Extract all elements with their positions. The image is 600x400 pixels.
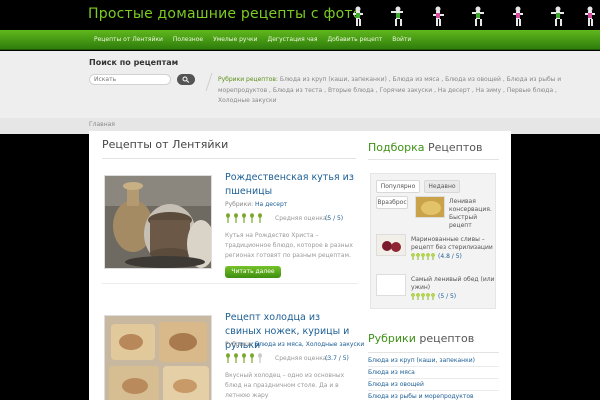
post-category-link[interactable]: Блюда из мяса, Холодные закуски	[255, 341, 364, 348]
nav-item-useful[interactable]: Полезное	[168, 30, 208, 50]
search-input[interactable]	[89, 74, 171, 85]
nav-item-lazy-recipes[interactable]: Рецепты от Лентяйки	[89, 30, 168, 50]
picks-widget-title: Подборка Рецептов	[368, 141, 483, 154]
content-panel: Рецепты от Лентяйки Рождественская кутья…	[89, 131, 511, 400]
rubrics-strip-label: Рубрики рецептов:	[218, 76, 278, 83]
spoon-icon[interactable]	[249, 213, 255, 223]
tab-recent[interactable]: Недавно	[424, 180, 460, 193]
breadcrumb-home[interactable]: Главная	[89, 121, 115, 128]
side-thumb-plums[interactable]	[376, 234, 406, 256]
rubric-link[interactable]: Блюда из рыбы и морепродуктов	[368, 392, 499, 400]
side-item-title[interactable]: Самый ленивый обед (или ужин)	[411, 276, 495, 292]
nav-item-tea-tasting[interactable]: Дегустация чая	[263, 30, 323, 50]
title-divider	[102, 158, 356, 159]
spoon-icon[interactable]	[257, 213, 263, 223]
side-item-title[interactable]: Ленивая консервация. Быстрый рецепт	[449, 198, 495, 230]
spoon-icon[interactable]	[225, 353, 231, 363]
spoon-icon[interactable]	[233, 353, 239, 363]
page-title: Рецепты от Лентяйки	[102, 138, 229, 151]
nav-item-login[interactable]: Войти	[387, 30, 416, 50]
post-divider	[102, 283, 358, 284]
side-item-rating: (4.8 / 5)	[411, 253, 462, 260]
post-card: Рождественская кутья из пшеницы Рубрики:…	[102, 171, 358, 291]
side-item-title[interactable]: Маринованные сливы – рецепт без стерилиз…	[411, 236, 495, 252]
rating-value: (5 / 5)	[325, 215, 344, 222]
tab-popular[interactable]: Популярно	[376, 180, 420, 193]
search-band: Поиск по рецептам Рубрики рецептов: Блюд…	[0, 51, 600, 118]
rating-label: Средняя оценка:	[275, 215, 329, 222]
post-image-kholodets[interactable]	[104, 315, 212, 400]
post-card: Рецепт холодца из свиных ножек, курицы и…	[102, 311, 364, 400]
spoon-icon[interactable]	[241, 213, 247, 223]
rubric-link[interactable]: Блюда из овощей	[368, 380, 499, 391]
widget-divider	[368, 159, 499, 160]
spoon-rating[interactable]	[225, 213, 263, 223]
tab-random[interactable]: Вразброс	[376, 196, 408, 209]
post-categories-label: Рубрики:	[225, 201, 254, 208]
nav-item-add-recipe[interactable]: Добавить рецепт	[322, 30, 387, 50]
site-header: Простые домашние рецепты с фото	[0, 0, 600, 30]
post-categories: Рубрики: На десерт	[225, 201, 287, 208]
post-image-kutya[interactable]	[104, 175, 212, 269]
spoon-rating[interactable]	[225, 353, 263, 363]
main-nav: Рецепты от Лентяйки Полезное Умелые ручк…	[0, 30, 600, 50]
post-excerpt: Кутья на Рождество Христа – традиционное…	[225, 232, 353, 269]
search-title: Поиск по рецептам	[89, 58, 179, 67]
divider-slash	[205, 73, 213, 91]
rating-label: Средняя оценка:	[275, 355, 329, 362]
read-more-button[interactable]: Читать далее	[225, 266, 281, 278]
spoon-icon[interactable]	[225, 213, 231, 223]
rating-value: (3.7 / 5)	[325, 355, 349, 362]
post-rating: Средняя оценка: (5 / 5)	[225, 213, 355, 225]
rubric-link[interactable]: Блюда из мяса	[368, 368, 499, 379]
search-icon	[182, 76, 190, 83]
spoon-icon[interactable]	[257, 353, 263, 363]
search-button[interactable]	[177, 74, 195, 85]
post-title[interactable]: Рождественская кутья из пшеницы	[225, 171, 355, 199]
mini-spoon-rating	[411, 253, 435, 260]
dancing-figures-decoration	[353, 6, 595, 26]
rubric-link[interactable]: Блюда из круп (каши, запеканки)	[368, 356, 499, 367]
rubrics-strip: Рубрики рецептов: Блюда из круп (каши, з…	[218, 75, 590, 107]
nav-item-handicraft[interactable]: Умелые ручки	[208, 30, 262, 50]
side-item-rating: (5 / 5)	[411, 293, 456, 300]
picks-tabs-box: Популярно Недавно Вразброс Ленивая консе…	[370, 173, 496, 309]
post-categories: Рубрики: Блюда из мяса, Холодные закуски	[225, 341, 364, 348]
rubrics-widget-title: Рубрики рецептов	[368, 332, 475, 345]
spoon-icon[interactable]	[241, 353, 247, 363]
side-thumb-conserve[interactable]	[415, 196, 445, 218]
post-rating: Средняя оценка: (3.7 / 5)	[225, 353, 355, 365]
post-category-link[interactable]: На десерт	[255, 201, 287, 208]
post-categories-label: Рубрики:	[225, 341, 254, 348]
side-thumb-lazy-lunch[interactable]	[376, 274, 406, 296]
site-title[interactable]: Простые домашние рецепты с фото	[88, 6, 362, 22]
post-excerpt: Вкусный холодец – одно из основных блюд …	[225, 372, 345, 399]
mini-spoon-rating	[411, 293, 435, 300]
spoon-icon[interactable]	[233, 213, 239, 223]
spoon-icon[interactable]	[249, 353, 255, 363]
widget-divider	[368, 352, 499, 353]
